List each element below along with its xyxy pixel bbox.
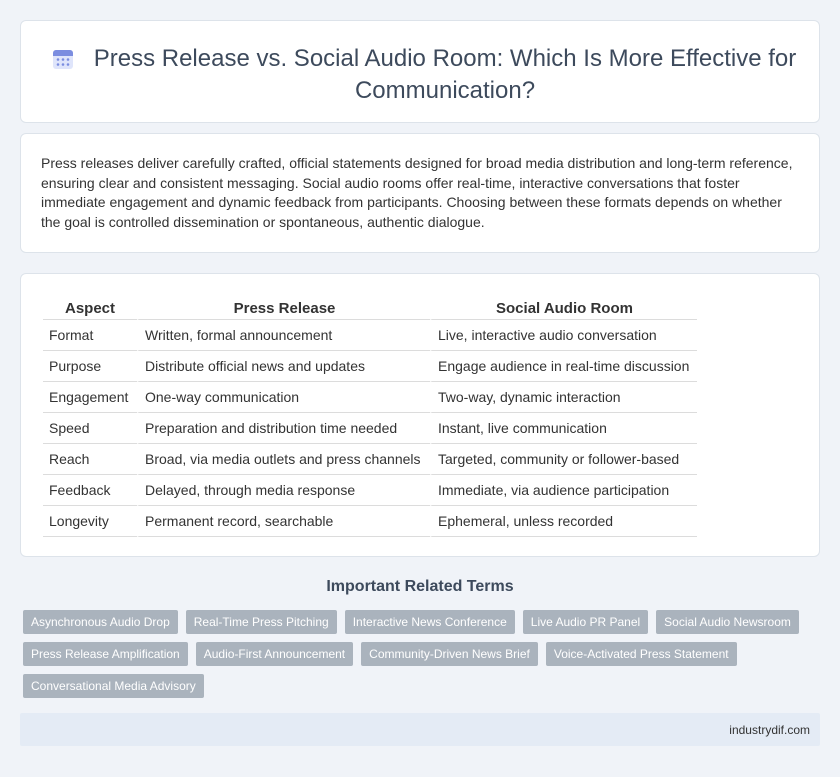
cell-press-release: Preparation and distribution time needed	[137, 413, 430, 444]
cell-press-release: Distribute official news and updates	[137, 351, 430, 382]
table-row: Reach Broad, via media outlets and press…	[43, 444, 697, 475]
cell-social-audio: Targeted, community or follower-based	[430, 444, 697, 475]
related-term-tag[interactable]: Community-Driven News Brief	[361, 642, 538, 666]
header-social-audio-room: Social Audio Room	[430, 294, 697, 320]
table-row: Purpose Distribute official news and upd…	[43, 351, 697, 382]
title-card: Press Release vs. Social Audio Room: Whi…	[20, 20, 820, 123]
related-term-tag[interactable]: Real-Time Press Pitching	[185, 610, 337, 634]
header-press-release: Press Release	[137, 294, 430, 320]
related-term-tag[interactable]: Social Audio Newsroom	[656, 610, 799, 634]
cell-press-release: Delayed, through media response	[137, 475, 430, 506]
cell-press-release: Written, formal announcement	[137, 320, 430, 351]
comparison-table: Aspect Press Release Social Audio Room F…	[43, 294, 697, 537]
page-title: Press Release vs. Social Audio Room: Whi…	[93, 45, 797, 104]
related-term-tag[interactable]: Interactive News Conference	[344, 610, 515, 634]
footer-site-link[interactable]: industrydif.com	[729, 723, 810, 737]
related-term-tag[interactable]: Press Release Amplification	[23, 642, 188, 666]
cell-aspect: Speed	[43, 413, 137, 444]
cell-social-audio: Immediate, via audience participation	[430, 475, 697, 506]
cell-aspect: Reach	[43, 444, 137, 475]
cell-aspect: Feedback	[43, 475, 137, 506]
table-header-row: Aspect Press Release Social Audio Room	[43, 294, 697, 320]
related-term-tag[interactable]: Conversational Media Advisory	[23, 674, 204, 698]
cell-social-audio: Live, interactive audio conversation	[430, 320, 697, 351]
table-row: Engagement One-way communication Two-way…	[43, 382, 697, 413]
cell-aspect: Longevity	[43, 506, 137, 537]
cell-aspect: Engagement	[43, 382, 137, 413]
table-row: Feedback Delayed, through media response…	[43, 475, 697, 506]
related-terms-title: Important Related Terms	[326, 578, 514, 595]
cell-social-audio: Ephemeral, unless recorded	[430, 506, 697, 537]
cell-press-release: One-way communication	[137, 382, 430, 413]
cell-social-audio: Two-way, dynamic interaction	[430, 382, 697, 413]
table-row: Speed Preparation and distribution time …	[43, 413, 697, 444]
cell-social-audio: Instant, live communication	[430, 413, 697, 444]
table-row: Format Written, formal announcement Live…	[43, 320, 697, 351]
related-terms-list: Asynchronous Audio Drop Real-Time Press …	[23, 610, 803, 698]
header-aspect: Aspect	[43, 294, 137, 320]
footer: industrydif.com	[20, 713, 820, 746]
intro-paragraph: Press releases deliver carefully crafted…	[41, 155, 793, 230]
related-term-tag[interactable]: Voice-Activated Press Statement	[545, 642, 737, 666]
cell-social-audio: Engage audience in real-time discussion	[430, 351, 697, 382]
related-term-tag[interactable]: Audio-First Announcement	[195, 642, 354, 666]
cell-press-release: Permanent record, searchable	[137, 506, 430, 537]
cell-aspect: Format	[43, 320, 137, 351]
intro-card: Press releases deliver carefully crafted…	[20, 133, 820, 253]
cell-press-release: Broad, via media outlets and press chann…	[137, 444, 430, 475]
table-row: Longevity Permanent record, searchable E…	[43, 506, 697, 537]
comparison-card: Aspect Press Release Social Audio Room F…	[20, 273, 820, 557]
cell-aspect: Purpose	[43, 351, 137, 382]
related-term-tag[interactable]: Asynchronous Audio Drop	[23, 610, 178, 634]
related-term-tag[interactable]: Live Audio PR Panel	[522, 610, 649, 634]
